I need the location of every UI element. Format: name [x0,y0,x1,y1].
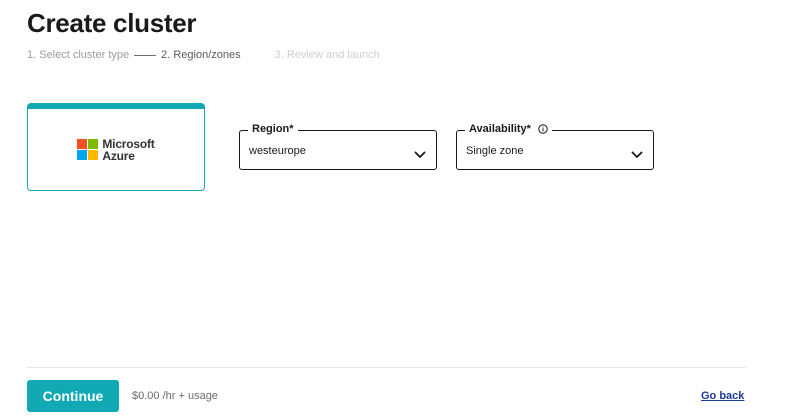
stepper: 1. Select cluster type 2. Region/zones 3… [27,49,380,61]
step-review-and-launch: 3. Review and launch [274,49,380,61]
step-region-zones: 2. Region/zones [161,49,241,61]
continue-button[interactable]: Continue [27,380,119,412]
region-value: westeurope [249,145,306,157]
go-back-link[interactable]: Go back [701,390,744,402]
info-icon[interactable] [538,124,548,134]
availability-select[interactable]: Availability* Single zone [456,123,654,170]
provider-card-azure[interactable]: Microsoft Azure [27,103,205,191]
footer-divider [27,367,746,368]
page-title: Create cluster [27,8,197,38]
step-connector [134,54,157,56]
availability-value: Single zone [466,145,524,157]
chevron-down-icon [414,146,426,164]
region-select[interactable]: Region* westeurope [239,123,437,170]
microsoft-azure-logo: Microsoft Azure [77,136,155,163]
provider-name-line2: Azure [102,148,135,163]
availability-label: Availability* [469,123,531,135]
chevron-down-icon [631,146,643,164]
microsoft-logo-icon [77,139,99,160]
price-estimate: $0.00 /hr + usage [132,390,218,402]
provider-name-line1: Microsoft [102,136,155,151]
region-label: Region* [252,123,294,135]
step-select-cluster-type[interactable]: 1. Select cluster type [27,49,129,61]
